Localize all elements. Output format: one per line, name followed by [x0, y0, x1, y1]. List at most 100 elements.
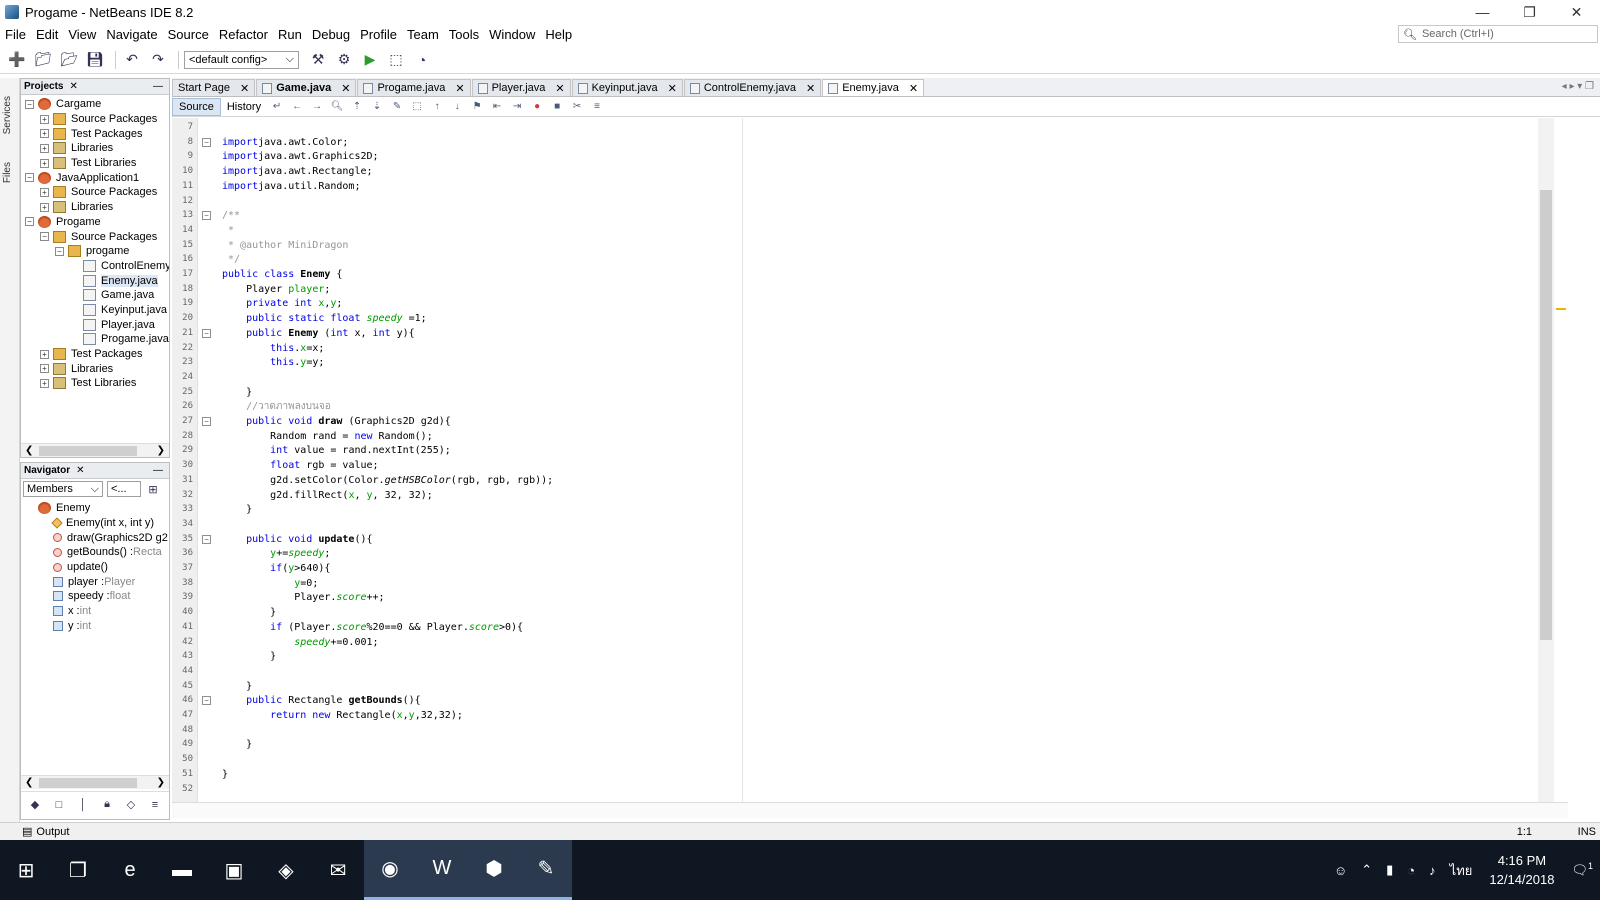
- last-edit-icon[interactable]: ↵: [270, 100, 284, 114]
- navigator-member-item[interactable]: update(): [21, 560, 169, 575]
- expand-icon[interactable]: +: [40, 129, 49, 139]
- volume-icon[interactable]: ♪: [1422, 863, 1443, 878]
- project-tree-item[interactable]: + Source Packages: [21, 112, 169, 127]
- fold-toggle-icon[interactable]: −: [202, 417, 211, 426]
- expand-icon[interactable]: +: [40, 202, 49, 212]
- start-macro-icon[interactable]: ●: [530, 100, 544, 114]
- comment-icon[interactable]: ✂: [570, 100, 584, 114]
- collapse-icon[interactable]: −: [55, 246, 64, 256]
- mail-icon[interactable]: ✉: [312, 840, 364, 900]
- project-tree-item[interactable]: + Test Packages: [21, 347, 169, 362]
- tab-source-mode[interactable]: Source: [172, 97, 221, 116]
- navigator-hscrollbar[interactable]: ❮ ❯: [21, 775, 169, 789]
- project-tree-item[interactable]: + Libraries: [21, 361, 169, 376]
- sort-icon[interactable]: ⊞: [145, 481, 161, 497]
- project-tree-item[interactable]: − Source Packages: [21, 229, 169, 244]
- open-project-icon[interactable]: 📂︎: [58, 49, 80, 71]
- filter-inherited-icon[interactable]: ◆: [25, 794, 45, 816]
- forward-icon[interactable]: →: [310, 100, 324, 114]
- word-icon[interactable]: W: [416, 840, 468, 900]
- side-tab-services[interactable]: Services: [2, 96, 13, 134]
- battery-icon[interactable]: ▮: [1379, 862, 1400, 878]
- netbeans-icon[interactable]: ⬢: [468, 840, 520, 900]
- navigator-member-item[interactable]: getBounds() : Recta: [21, 545, 169, 560]
- project-tree-item[interactable]: Progame.java: [21, 332, 169, 347]
- edge-icon[interactable]: e: [104, 840, 156, 900]
- wifi-icon[interactable]: ◔: [1400, 863, 1422, 878]
- close-tab-icon[interactable]: ✕: [668, 82, 677, 95]
- close-tab-icon[interactable]: ✕: [555, 82, 564, 95]
- expand-icon[interactable]: +: [40, 349, 49, 359]
- menu-debug[interactable]: Debug: [307, 24, 355, 46]
- project-tree-item[interactable]: Keyinput.java: [21, 303, 169, 318]
- editor-vscrollbar[interactable]: [1538, 118, 1554, 810]
- project-tree-item[interactable]: Player.java: [21, 317, 169, 332]
- menu-source[interactable]: Source: [163, 24, 214, 46]
- close-tab-icon[interactable]: ✕: [806, 82, 815, 95]
- project-tree-item[interactable]: + Test Packages: [21, 126, 169, 141]
- filter-inner-icon[interactable]: ◇: [121, 794, 141, 816]
- rectangular-selection-icon[interactable]: ⬚: [410, 100, 424, 114]
- menu-run[interactable]: Run: [273, 24, 307, 46]
- fold-toggle-icon[interactable]: −: [202, 696, 211, 706]
- menu-team[interactable]: Team: [402, 24, 444, 46]
- project-tree-item[interactable]: + Test Libraries: [21, 376, 169, 391]
- undo-icon[interactable]: ↶: [121, 49, 143, 71]
- input-language[interactable]: ไทย: [1443, 860, 1480, 881]
- editor-hscrollbar[interactable]: [172, 802, 1568, 818]
- collapse-icon[interactable]: −: [25, 99, 34, 109]
- collapse-icon[interactable]: −: [25, 217, 34, 227]
- editor-tab[interactable]: Player.java ✕: [471, 79, 571, 96]
- navigator-member-item[interactable]: Enemy: [21, 501, 169, 516]
- uncomment-icon[interactable]: ≡: [590, 100, 604, 114]
- tab-navigation-icon[interactable]: ◂ ▸ ▾ ❐: [1562, 81, 1594, 92]
- output-tab[interactable]: Output: [36, 826, 69, 838]
- editor-tab[interactable]: Progame.java ✕: [357, 79, 471, 96]
- scroll-left-icon[interactable]: ❮: [25, 445, 33, 456]
- expand-icon[interactable]: +: [40, 143, 49, 153]
- filter-private-icon[interactable]: 🔒︎: [97, 794, 117, 816]
- debug-icon[interactable]: ⬚: [385, 49, 407, 71]
- menu-help[interactable]: Help: [540, 24, 577, 46]
- clean-build-icon[interactable]: ⚙: [333, 49, 355, 71]
- find-selection-icon[interactable]: 🔍︎: [330, 100, 344, 114]
- menu-edit[interactable]: Edit: [31, 24, 63, 46]
- next-bookmark-icon[interactable]: ↓: [450, 100, 464, 114]
- project-tree-item[interactable]: − Progame: [21, 215, 169, 230]
- code-editor[interactable]: importjava.awt.Color; importjava.awt.Grap…: [216, 118, 1568, 810]
- navigator-secondary-select[interactable]: <...: [107, 481, 141, 497]
- filter-static-icon[interactable]: │: [73, 794, 93, 816]
- build-icon[interactable]: ⚒: [307, 49, 329, 71]
- stop-macro-icon[interactable]: ■: [550, 100, 564, 114]
- menu-refactor[interactable]: Refactor: [214, 24, 273, 46]
- side-tab-files[interactable]: Files: [2, 162, 13, 183]
- menu-navigate[interactable]: Navigate: [101, 24, 162, 46]
- minimize-button[interactable]: —: [1459, 0, 1506, 24]
- menu-window[interactable]: Window: [484, 24, 540, 46]
- back-icon[interactable]: ←: [290, 100, 304, 114]
- toggle-highlight-icon[interactable]: ✎: [390, 100, 404, 114]
- expand-icon[interactable]: +: [40, 364, 49, 374]
- store-icon[interactable]: ▣: [208, 840, 260, 900]
- chrome-icon[interactable]: ◉: [364, 840, 416, 900]
- project-tree-item[interactable]: Enemy.java: [21, 273, 169, 288]
- editor-tab[interactable]: Enemy.java ✕: [822, 79, 925, 96]
- expand-icon[interactable]: +: [40, 114, 49, 124]
- filter-fields-icon[interactable]: □: [49, 794, 69, 816]
- new-project-icon[interactable]: 📁︎: [32, 49, 54, 71]
- navigator-member-item[interactable]: x : int: [21, 604, 169, 619]
- menu-view[interactable]: View: [63, 24, 101, 46]
- scroll-right-icon[interactable]: ❯: [157, 445, 165, 456]
- navigator-member-item[interactable]: y : int: [21, 619, 169, 634]
- close-tab-icon[interactable]: ✕: [455, 82, 464, 95]
- scrollbar-thumb[interactable]: [1540, 190, 1552, 640]
- project-tree-item[interactable]: − progame: [21, 244, 169, 259]
- scroll-left-icon[interactable]: ❮: [25, 777, 33, 788]
- redo-icon[interactable]: ↷: [147, 49, 169, 71]
- profile-icon[interactable]: ◔: [411, 49, 433, 71]
- project-tree-item[interactable]: − Cargame: [21, 97, 169, 112]
- project-tree-item[interactable]: + Libraries: [21, 200, 169, 215]
- garena-icon[interactable]: ◈: [260, 840, 312, 900]
- close-icon[interactable]: ✕: [69, 81, 77, 92]
- editor-tab[interactable]: Start Page ✕: [172, 79, 256, 96]
